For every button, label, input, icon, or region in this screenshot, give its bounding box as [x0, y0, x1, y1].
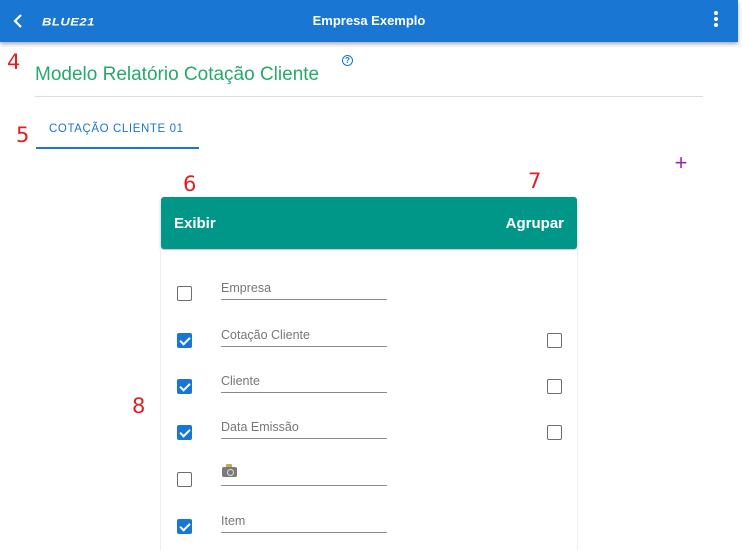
- group-checkbox[interactable]: [547, 425, 562, 440]
- field-row-item: Item: [161, 514, 579, 558]
- show-checkbox[interactable]: [177, 425, 192, 440]
- field-row-image: [161, 464, 579, 511]
- add-button[interactable]: +: [671, 152, 691, 174]
- group-checkbox[interactable]: [547, 333, 562, 348]
- tab-label: COTAÇÃO CLIENTE 01: [49, 123, 184, 135]
- show-checkbox[interactable]: [177, 519, 192, 534]
- card-header: Exibir Agrupar: [161, 197, 577, 249]
- field-name-input[interactable]: Cotação Cliente: [221, 325, 387, 347]
- tab-active-indicator: [36, 147, 199, 149]
- field-row-data-emissao: Data Emissão: [161, 420, 579, 464]
- app-bar: BLUE21 Empresa Exemplo: [0, 0, 738, 42]
- annotation-6: 6: [183, 172, 197, 196]
- field-name-input[interactable]: Cliente: [221, 371, 387, 393]
- field-row-cliente: Cliente: [161, 374, 579, 418]
- field-row-empresa: Empresa: [161, 281, 579, 324]
- show-checkbox[interactable]: [177, 472, 192, 487]
- annotation-8: 8: [132, 394, 146, 418]
- title-divider: [35, 96, 703, 97]
- tab-cotacao-cliente-01[interactable]: COTAÇÃO CLIENTE 01: [36, 112, 199, 149]
- page-title: Modelo Relatório Cotação Cliente: [35, 64, 320, 85]
- field-name-input[interactable]: Data Emissão: [221, 417, 387, 439]
- camera-icon: [222, 464, 237, 477]
- show-checkbox[interactable]: [177, 286, 192, 301]
- field-name-input[interactable]: [221, 464, 387, 486]
- show-checkbox[interactable]: [177, 333, 192, 348]
- annotation-4: 4: [7, 50, 21, 74]
- show-column-header: Exibir: [174, 215, 216, 232]
- field-name-input[interactable]: Empresa: [221, 278, 387, 300]
- show-checkbox[interactable]: [177, 379, 192, 394]
- plus-icon: +: [674, 150, 688, 175]
- more-menu-button[interactable]: [708, 11, 724, 31]
- help-icon[interactable]: ?: [342, 55, 353, 66]
- group-checkbox[interactable]: [547, 379, 562, 394]
- annotation-5: 5: [16, 123, 30, 147]
- more-vertical-icon: [708, 11, 724, 27]
- fields-list: Empresa Cotação Cliente Cliente Data Emi…: [160, 250, 578, 550]
- annotation-7: 7: [528, 169, 542, 193]
- company-title: Empresa Exemplo: [312, 13, 426, 28]
- group-column-header: Agrupar: [505, 215, 564, 232]
- field-name-input[interactable]: Item: [221, 511, 387, 533]
- field-row-cotacao-cliente: Cotação Cliente: [161, 328, 579, 371]
